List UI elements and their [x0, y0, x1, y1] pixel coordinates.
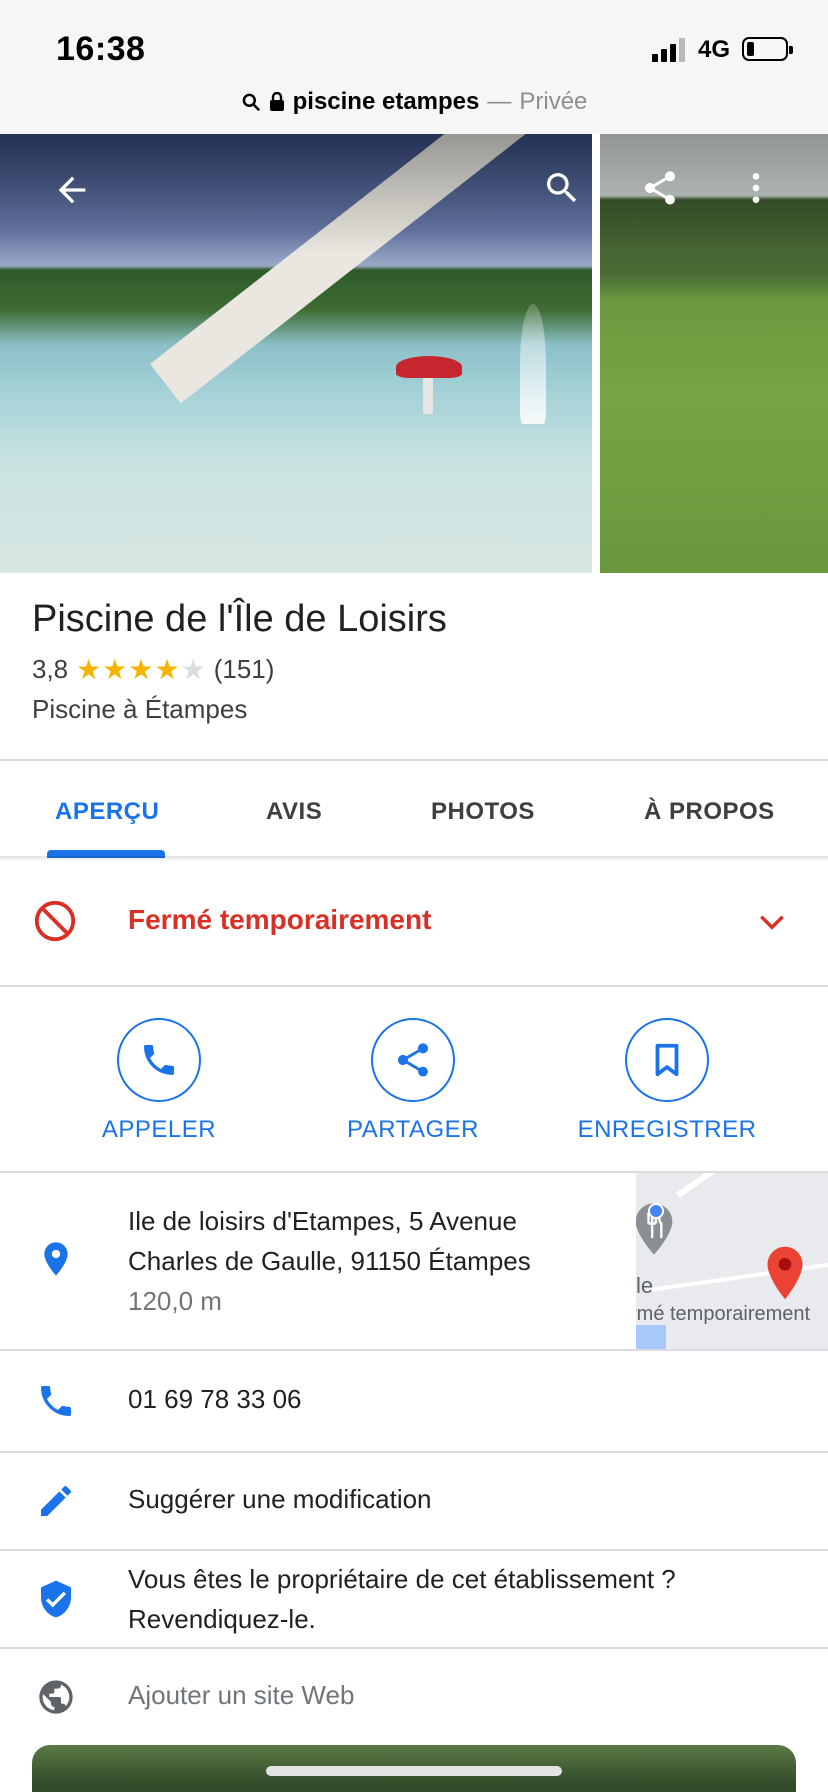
share-button-label: PARTAGER — [346, 1116, 480, 1143]
photo-gap — [592, 134, 600, 573]
address-line2: Charles de Gaulle, 91150 Étampes — [128, 1246, 531, 1276]
tab-bar: APERÇU AVIS PHOTOS À PROPOS — [0, 762, 828, 858]
search-icon — [547, 173, 577, 203]
back-button[interactable] — [44, 162, 100, 218]
suggest-edit-label: Suggérer une modification — [128, 1484, 432, 1514]
add-website-label: Ajouter un site Web — [128, 1680, 355, 1710]
star-icon: ★ — [128, 653, 154, 685]
star-icon: ★ — [180, 653, 206, 685]
private-mode-label: Privée — [519, 88, 588, 115]
home-indicator[interactable] — [266, 1766, 562, 1776]
share-button[interactable]: PARTAGER — [303, 1018, 523, 1144]
action-buttons: APPELER PARTAGER ENREGISTRER — [0, 986, 828, 1172]
claim-line1: Vous êtes le propriétaire de cet établis… — [128, 1564, 676, 1594]
save-button-label: ENREGISTRER — [577, 1116, 757, 1143]
rating-value: 3,8 — [32, 654, 69, 684]
search-icon — [242, 93, 260, 111]
lock-icon — [269, 92, 284, 111]
phone-icon — [144, 1045, 174, 1075]
battery-icon — [742, 37, 793, 61]
star-icon: ★ — [154, 653, 180, 685]
verified-shield-icon — [34, 1577, 78, 1621]
map-label: le — [636, 1273, 654, 1298]
map-status-label: rmé temporairement — [636, 1303, 811, 1325]
place-title: Piscine de l'Île de Loisirs — [32, 598, 447, 640]
share-icon — [397, 1043, 429, 1077]
globe-icon — [34, 1675, 78, 1719]
address-line1: Ile de loisirs d'Etampes, 5 Avenue — [128, 1206, 517, 1236]
phone-icon — [34, 1379, 78, 1423]
rating-row[interactable]: 3,8 ★ ★ ★ ★ ★ (151) — [32, 654, 274, 685]
url-query: piscine etampes — [292, 88, 480, 115]
tab-avis[interactable]: AVIS — [266, 798, 322, 826]
claim-line2: Revendiquez-le. — [128, 1604, 316, 1634]
save-button[interactable]: ENREGISTRER — [557, 1018, 777, 1144]
place-category: Piscine à Étampes — [32, 694, 248, 724]
tab-photos[interactable]: PHOTOS — [431, 798, 535, 826]
signal-strength-icon — [652, 38, 686, 62]
bookmark-icon — [655, 1043, 679, 1077]
closed-status-row[interactable]: Fermé temporairement — [0, 862, 828, 986]
more-options-button[interactable] — [728, 160, 784, 216]
chevron-down-icon — [760, 915, 784, 930]
suggest-edit-row[interactable]: Suggérer une modification — [0, 1453, 828, 1549]
edit-pencil-icon — [34, 1479, 78, 1523]
call-button[interactable]: APPELER — [49, 1018, 269, 1144]
status-time: 16:38 — [56, 30, 146, 68]
network-type: 4G — [698, 36, 731, 63]
place-pin-icon — [767, 1246, 803, 1300]
star-icon: ★ — [102, 653, 128, 685]
claim-business-row[interactable]: Vous êtes le propriétaire de cet établis… — [0, 1551, 828, 1647]
tab-a-propos[interactable]: À PROPOS — [644, 798, 775, 826]
closed-status-label: Fermé temporairement — [128, 904, 432, 935]
url-bar[interactable]: piscine etampes — Privée — [0, 82, 828, 134]
status-bar: 16:38 4G — [0, 0, 828, 82]
location-pin-icon — [34, 1237, 78, 1281]
map-thumbnail[interactable]: le rmé temporairement — [636, 1173, 828, 1349]
divider — [0, 759, 828, 761]
blocked-icon — [34, 900, 76, 942]
url-separator: — — [487, 88, 512, 115]
tab-apercu[interactable]: APERÇU — [55, 798, 159, 826]
phone-number: 01 69 78 33 06 — [128, 1384, 302, 1414]
share-top-button[interactable] — [632, 160, 688, 216]
add-website-row[interactable]: Ajouter un site Web — [0, 1649, 828, 1745]
share-icon — [644, 171, 676, 205]
distance: 120,0 m — [128, 1286, 222, 1316]
phone-row[interactable]: 01 69 78 33 06 — [0, 1351, 828, 1451]
rating-stars: ★ ★ ★ ★ ★ — [76, 653, 206, 685]
user-location-dot — [648, 1203, 664, 1219]
more-vert-icon — [752, 173, 760, 203]
call-button-label: APPELER — [101, 1116, 217, 1143]
arrow-back-icon — [58, 176, 86, 204]
search-button[interactable] — [534, 160, 590, 216]
review-count: (151) — [213, 654, 275, 684]
star-icon: ★ — [76, 653, 102, 685]
